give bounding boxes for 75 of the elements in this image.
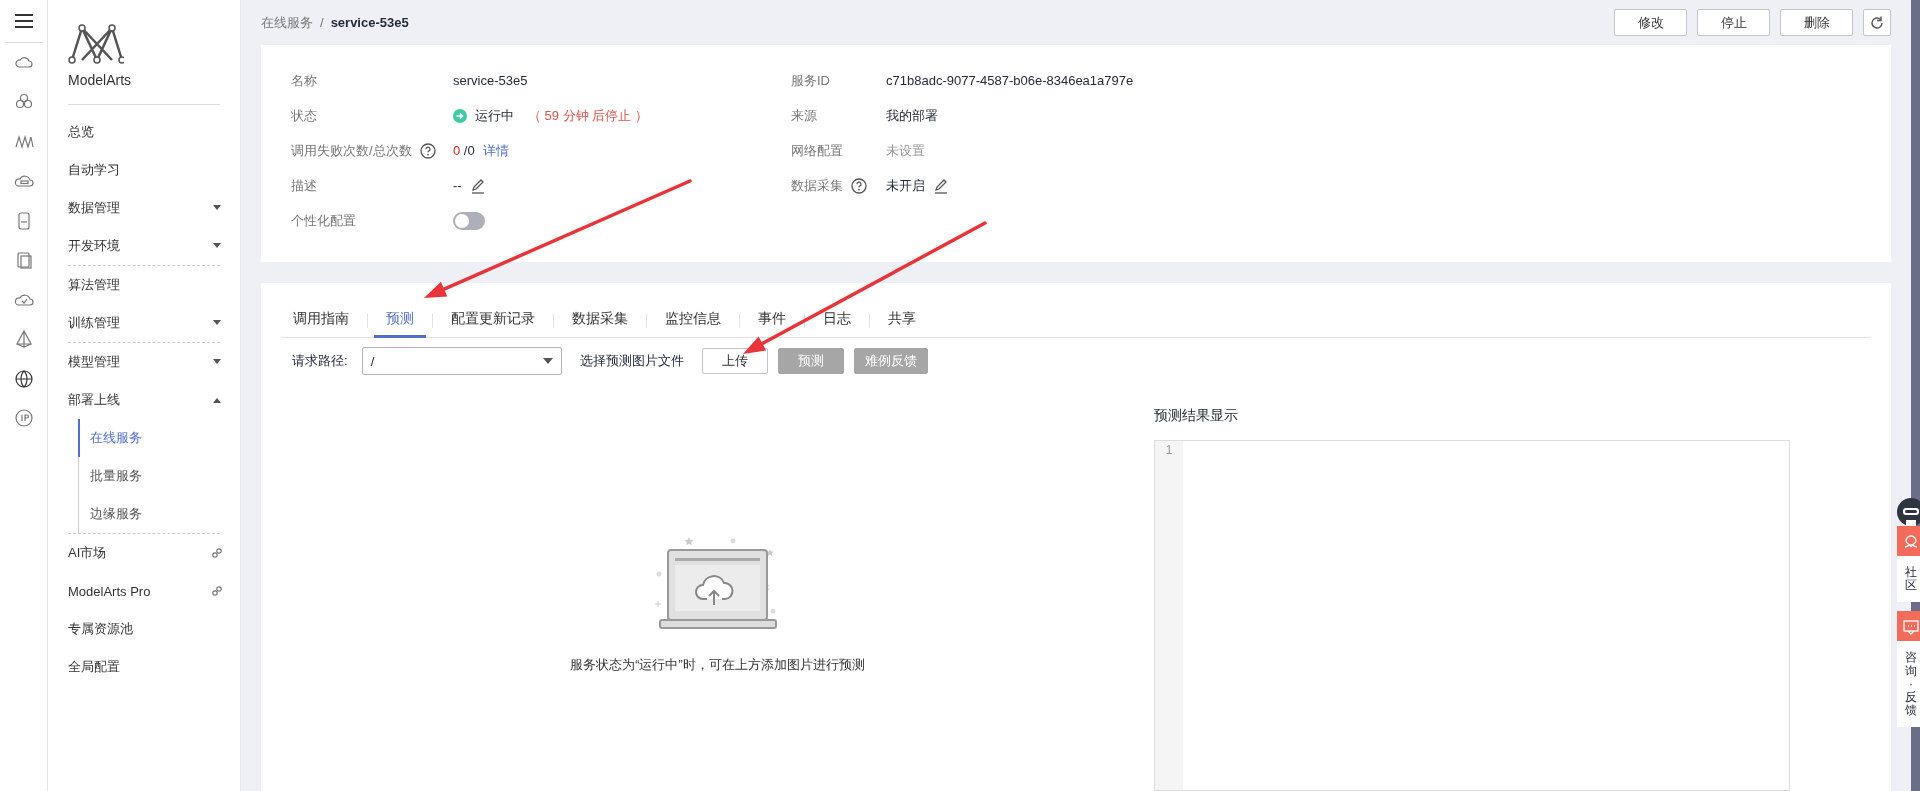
- field-label: 名称: [291, 71, 317, 90]
- action-button[interactable]: 删除: [1780, 9, 1853, 36]
- brand-name: ModelArts: [67, 71, 133, 90]
- field-label: 状态: [291, 106, 317, 125]
- sidebar-item[interactable]: 全局配置: [58, 648, 230, 686]
- logo-icon: [68, 24, 124, 66]
- tab[interactable]: 共享: [876, 303, 928, 338]
- path-select[interactable]: /: [361, 347, 562, 375]
- menu-icon[interactable]: [14, 13, 33, 29]
- sidebar-item[interactable]: AI市场: [58, 534, 230, 572]
- field-label: 个性化配置: [291, 211, 356, 230]
- widget-button[interactable]: [1897, 526, 1920, 556]
- tab[interactable]: 监控信息: [653, 303, 733, 338]
- chat-icon: [1902, 617, 1920, 636]
- details-link[interactable]: 详情: [482, 141, 509, 160]
- widget-button[interactable]: [1897, 611, 1920, 642]
- community-icon: [1902, 532, 1920, 550]
- ip-icon[interactable]: [13, 408, 34, 429]
- sidebar-item[interactable]: 模型管理: [58, 343, 230, 381]
- empty-hint: 服务状态为“运行中”时，可在上方添加图片进行预测: [570, 657, 865, 674]
- tab[interactable]: 预测: [374, 303, 426, 338]
- file-label: 选择预测图片文件: [579, 352, 684, 370]
- sidebar-subitem[interactable]: 边缘服务: [78, 495, 230, 533]
- sidebar-item[interactable]: ModelArts Pro: [58, 572, 230, 610]
- sidebar-item[interactable]: 开发环境: [58, 227, 230, 265]
- sidebar-item[interactable]: 算法管理: [58, 266, 230, 304]
- status-note: （ 59 分钟 后停止 ）: [528, 106, 648, 125]
- sidebar-subitem[interactable]: 在线服务: [78, 419, 230, 457]
- field-label: 调用失败次数/总次数: [291, 141, 412, 160]
- robot-avatar-icon: [1897, 498, 1920, 526]
- field-label: 描述: [291, 176, 317, 195]
- link-icon: [212, 548, 222, 558]
- sidebar-item[interactable]: 自动学习: [58, 151, 230, 189]
- field-value: c71b8adc-9077-4587-b06e-8346ea1a797e: [886, 73, 1134, 88]
- field-label: 服务ID: [791, 71, 830, 90]
- sidebar-item[interactable]: 数据管理: [58, 189, 230, 227]
- refresh-button[interactable]: [1863, 9, 1891, 36]
- field-value: 未设置: [886, 141, 925, 160]
- globe-icon[interactable]: [13, 368, 34, 389]
- tab[interactable]: 日志: [811, 303, 863, 338]
- toggle-switch[interactable]: [453, 211, 485, 230]
- sidebar-item[interactable]: 专属资源池: [58, 610, 230, 648]
- sidebar-item[interactable]: 训练管理: [58, 304, 230, 342]
- caret-down-icon: [542, 358, 553, 364]
- toolbar-button[interactable]: 上传: [701, 348, 768, 374]
- status-text: 运行中: [475, 106, 514, 125]
- edit-icon[interactable]: [469, 177, 486, 194]
- sidebar-item[interactable]: 部署上线: [58, 381, 230, 419]
- breadcrumb-link[interactable]: 在线服务: [261, 13, 313, 32]
- tab[interactable]: 配置更新记录: [439, 303, 547, 338]
- action-button[interactable]: 停止: [1697, 9, 1770, 36]
- sidebar-subitem[interactable]: 批量服务: [78, 457, 230, 495]
- status-icon: [453, 108, 467, 123]
- tab[interactable]: 调用指南: [281, 303, 361, 338]
- action-button[interactable]: 修改: [1614, 9, 1687, 36]
- edit-icon[interactable]: [933, 177, 949, 194]
- field-value: service-53e5: [453, 73, 528, 88]
- tent-icon[interactable]: [13, 329, 34, 350]
- field-value: 未开启: [886, 176, 925, 195]
- sidebar-item[interactable]: 总览: [58, 113, 230, 151]
- field-label: 数据采集: [791, 176, 843, 195]
- field-label: 网络配置: [791, 141, 843, 160]
- result-title: 预测结果显示: [1154, 406, 1239, 425]
- field-value: 我的部署: [886, 106, 938, 125]
- refresh-icon: [1870, 15, 1884, 30]
- tab[interactable]: 数据采集: [560, 303, 640, 338]
- field-label: 来源: [791, 106, 817, 125]
- count-value: 0 /0: [453, 143, 475, 158]
- link-icon: [212, 586, 222, 596]
- breadcrumb-separator: /: [320, 15, 324, 30]
- line-number: 1: [1164, 443, 1174, 457]
- tab[interactable]: 事件: [746, 303, 798, 338]
- path-label: 请求路径:: [292, 352, 348, 370]
- field-value: --: [453, 178, 462, 193]
- breadcrumb-current: service-53e5: [330, 15, 409, 30]
